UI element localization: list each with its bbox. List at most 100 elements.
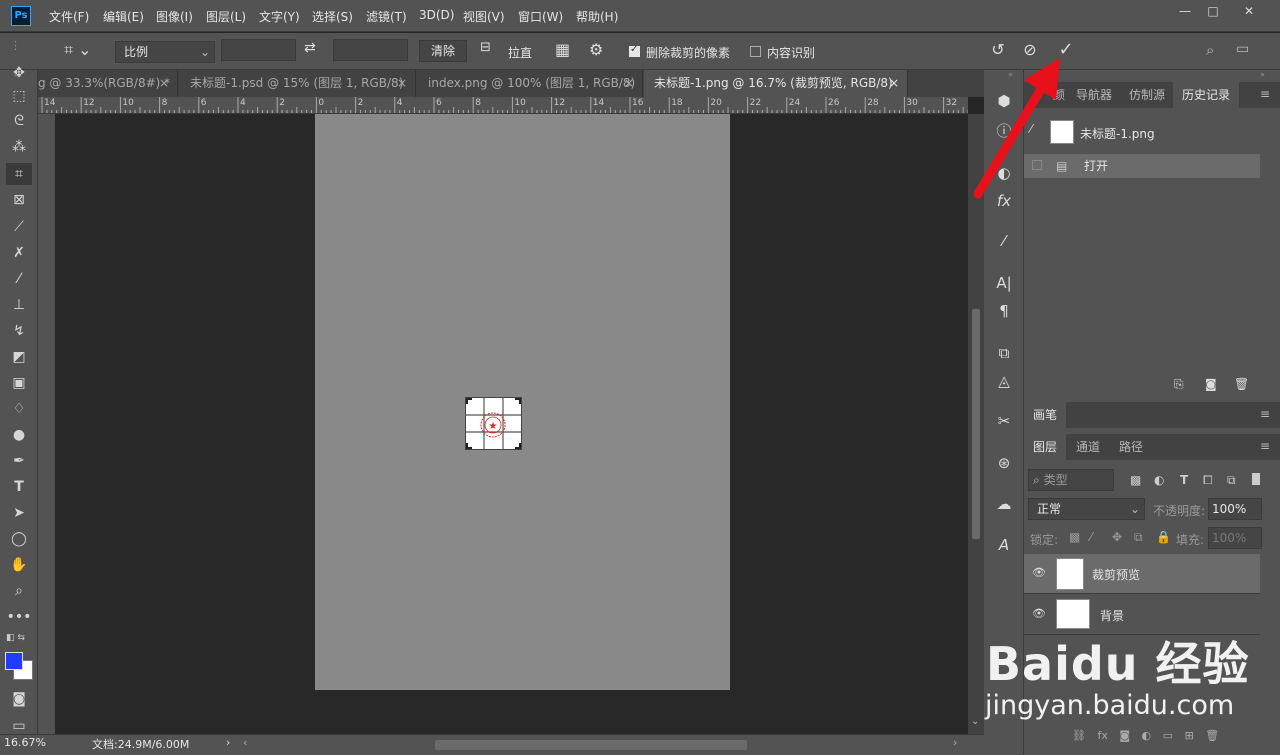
brush-settings-icon[interactable]: ⁄ bbox=[992, 230, 1016, 252]
delete-cropped-label[interactable]: 删除裁剪的像素 bbox=[646, 44, 730, 61]
blur-tool-icon[interactable]: ♢ bbox=[6, 398, 32, 420]
crop-tool-preset-icon[interactable]: ⌗ ⌄ bbox=[64, 37, 104, 63]
visibility-eye-icon[interactable]: 👁 bbox=[1032, 607, 1046, 621]
ratio-height-input[interactable] bbox=[333, 39, 408, 61]
layer-row-crop-preview[interactable]: 👁 裁剪预览 bbox=[1024, 554, 1260, 594]
settings-gear-icon[interactable]: ⚙ bbox=[589, 40, 603, 59]
filter-type-icon[interactable]: T bbox=[1180, 473, 1188, 487]
folder-icon[interactable]: ▭ bbox=[1163, 729, 1173, 742]
panel-menu-icon[interactable]: ≡ bbox=[1260, 439, 1270, 453]
ratio-width-input[interactable] bbox=[221, 39, 296, 61]
pen-tool-icon[interactable]: ✒ bbox=[6, 450, 32, 472]
tab-doc-1[interactable]: g @ 33.3%(RGB/8#) * × bbox=[38, 70, 178, 97]
quick-mask-icon[interactable]: ◙ bbox=[6, 688, 32, 710]
straighten-label[interactable]: 拉直 bbox=[508, 44, 532, 61]
camera-snapshot-icon[interactable]: ◙ bbox=[1205, 377, 1217, 391]
clear-button[interactable]: 清除 bbox=[419, 40, 467, 62]
tab-paths[interactable]: 路径 bbox=[1110, 434, 1152, 460]
workspace-icon[interactable]: ▭ bbox=[1236, 41, 1249, 57]
close-window-button[interactable]: ✕ bbox=[1236, 2, 1262, 20]
lock-artboard-icon[interactable]: ⧉ bbox=[1134, 530, 1143, 545]
menu-select[interactable]: 选择(S) bbox=[312, 8, 353, 25]
tab-doc-2[interactable]: 未标题-1.psd @ 15% (图层 1, RGB/8) × bbox=[180, 70, 416, 97]
history-scroll[interactable] bbox=[1260, 108, 1280, 398]
eraser-tool-icon[interactable]: ◩ bbox=[6, 346, 32, 368]
adjustment-layer-icon[interactable]: ◐ bbox=[1142, 729, 1152, 742]
tab-channels[interactable]: 通道 bbox=[1067, 434, 1109, 460]
frame-tool-icon[interactable]: ⊠ bbox=[6, 189, 32, 211]
brush-tool-icon[interactable]: ⁄ bbox=[6, 268, 32, 290]
menu-image[interactable]: 图像(I) bbox=[156, 8, 193, 25]
collapse-panels-icon[interactable]: » bbox=[1260, 70, 1265, 79]
lasso-tool-icon[interactable]: ᘓ bbox=[6, 110, 32, 132]
content-aware-checkbox[interactable] bbox=[750, 46, 761, 57]
magic-wand-tool-icon[interactable]: ⁂ bbox=[6, 136, 32, 158]
character-styles-icon[interactable]: ◬ bbox=[992, 370, 1016, 392]
eyedropper-tool-icon[interactable]: ⟋ bbox=[6, 216, 32, 238]
menu-view[interactable]: 视图(V) bbox=[463, 8, 505, 25]
minimize-button[interactable]: — bbox=[1172, 2, 1198, 20]
status-menu-icon[interactable]: › bbox=[226, 736, 230, 749]
move-tool-icon[interactable]: ✥ bbox=[6, 62, 32, 84]
panel-menu-icon[interactable]: ≡ bbox=[1260, 407, 1270, 421]
paragraph-styles-icon[interactable]: ⧉ bbox=[992, 342, 1016, 364]
scroll-down-icon[interactable]: ⌄ bbox=[971, 716, 979, 727]
fx-icon[interactable]: fx bbox=[1097, 729, 1107, 742]
layer-name[interactable]: 裁剪预览 bbox=[1092, 566, 1140, 583]
blend-mode-select[interactable]: 正常 ⌄ bbox=[1028, 498, 1145, 520]
lock-all-icon[interactable]: 🔒 bbox=[1156, 530, 1171, 544]
swap-icon[interactable]: ⇄ bbox=[304, 40, 316, 56]
menu-3d[interactable]: 3D(D) bbox=[419, 8, 454, 22]
close-tab-icon[interactable]: × bbox=[159, 70, 169, 97]
stamp-tool-icon[interactable]: ⊥ bbox=[6, 294, 32, 316]
canvas-area[interactable]: ★ bbox=[55, 114, 968, 734]
content-aware-label[interactable]: 内容识别 bbox=[767, 44, 815, 61]
search-icon[interactable]: ⌕ bbox=[1206, 41, 1214, 59]
mask-icon[interactable]: ◙ bbox=[1119, 729, 1130, 742]
glyphs-icon[interactable]: A bbox=[992, 534, 1016, 556]
document-canvas[interactable]: ★ bbox=[315, 114, 730, 690]
trash-icon[interactable]: 🗑 bbox=[1205, 729, 1219, 742]
visibility-eye-icon[interactable]: 👁 bbox=[1032, 566, 1046, 580]
scroll-left-icon[interactable]: ‹ bbox=[243, 736, 247, 749]
zoom-tool-icon[interactable]: ⌕ bbox=[6, 580, 32, 602]
lock-transparent-icon[interactable]: ▩ bbox=[1069, 530, 1080, 544]
foreground-color-swatch[interactable] bbox=[5, 652, 23, 670]
restore-button[interactable]: □ bbox=[1200, 2, 1226, 20]
creative-cloud-icon[interactable]: ☁ bbox=[992, 493, 1016, 515]
overlay-grid-icon[interactable]: ▦ bbox=[555, 40, 570, 59]
more-tools-icon[interactable]: ••• bbox=[6, 606, 32, 628]
horizontal-scroll-thumb[interactable] bbox=[435, 740, 747, 750]
snapshot-name[interactable]: 未标题-1.png bbox=[1080, 125, 1155, 142]
opacity-input[interactable]: 100% bbox=[1208, 498, 1262, 520]
filter-pixel-icon[interactable]: ▩ bbox=[1130, 473, 1141, 487]
new-document-from-state-icon[interactable]: ⎘ bbox=[1174, 377, 1184, 392]
healing-tool-icon[interactable]: ✗ bbox=[6, 242, 32, 264]
menu-filter[interactable]: 滤镜(T) bbox=[366, 8, 407, 25]
history-brush-tool-icon[interactable]: ↯ bbox=[6, 320, 32, 342]
filter-shape-icon[interactable]: ⧠ bbox=[1203, 473, 1213, 488]
ratio-select[interactable]: 比例 ⌄ bbox=[115, 41, 215, 63]
filter-smart-object-icon[interactable]: ⧉ bbox=[1227, 473, 1236, 488]
close-tab-icon[interactable]: × bbox=[624, 70, 634, 97]
lock-pixels-icon[interactable]: ⁄ bbox=[1090, 530, 1092, 544]
paragraph-icon[interactable]: ¶ bbox=[992, 300, 1016, 322]
panel-menu-icon[interactable]: ≡ bbox=[1260, 87, 1270, 101]
tab-layers[interactable]: 图层 bbox=[1024, 434, 1067, 460]
character-icon[interactable]: A| bbox=[992, 272, 1016, 294]
layer-filter-select[interactable]: ⌕ 类型 bbox=[1028, 469, 1114, 491]
scroll-right-icon[interactable]: › bbox=[953, 736, 957, 749]
menu-type[interactable]: 文字(Y) bbox=[259, 8, 300, 25]
menu-edit[interactable]: 编辑(E) bbox=[103, 8, 144, 25]
link-icon[interactable]: ⛓ bbox=[1072, 729, 1086, 742]
path-select-tool-icon[interactable]: ➤ bbox=[6, 502, 32, 524]
dodge-tool-icon[interactable]: ● bbox=[6, 424, 32, 446]
tab-doc-4[interactable]: 未标题-1.png @ 16.7% (裁剪预览, RGB/8) × bbox=[644, 70, 908, 97]
zoom-level[interactable]: 16.67% bbox=[4, 736, 46, 749]
ellipse-tool-icon[interactable]: ◯ bbox=[6, 528, 32, 550]
type-tool-icon[interactable]: T bbox=[6, 476, 32, 498]
tab-doc-3[interactable]: index.png @ 100% (图层 1, RGB/8) × bbox=[418, 70, 643, 97]
scroll-thumb[interactable] bbox=[972, 309, 980, 539]
marquee-tool-icon[interactable]: ⬚ bbox=[6, 85, 32, 107]
new-layer-icon[interactable]: ⊞ bbox=[1185, 729, 1194, 742]
